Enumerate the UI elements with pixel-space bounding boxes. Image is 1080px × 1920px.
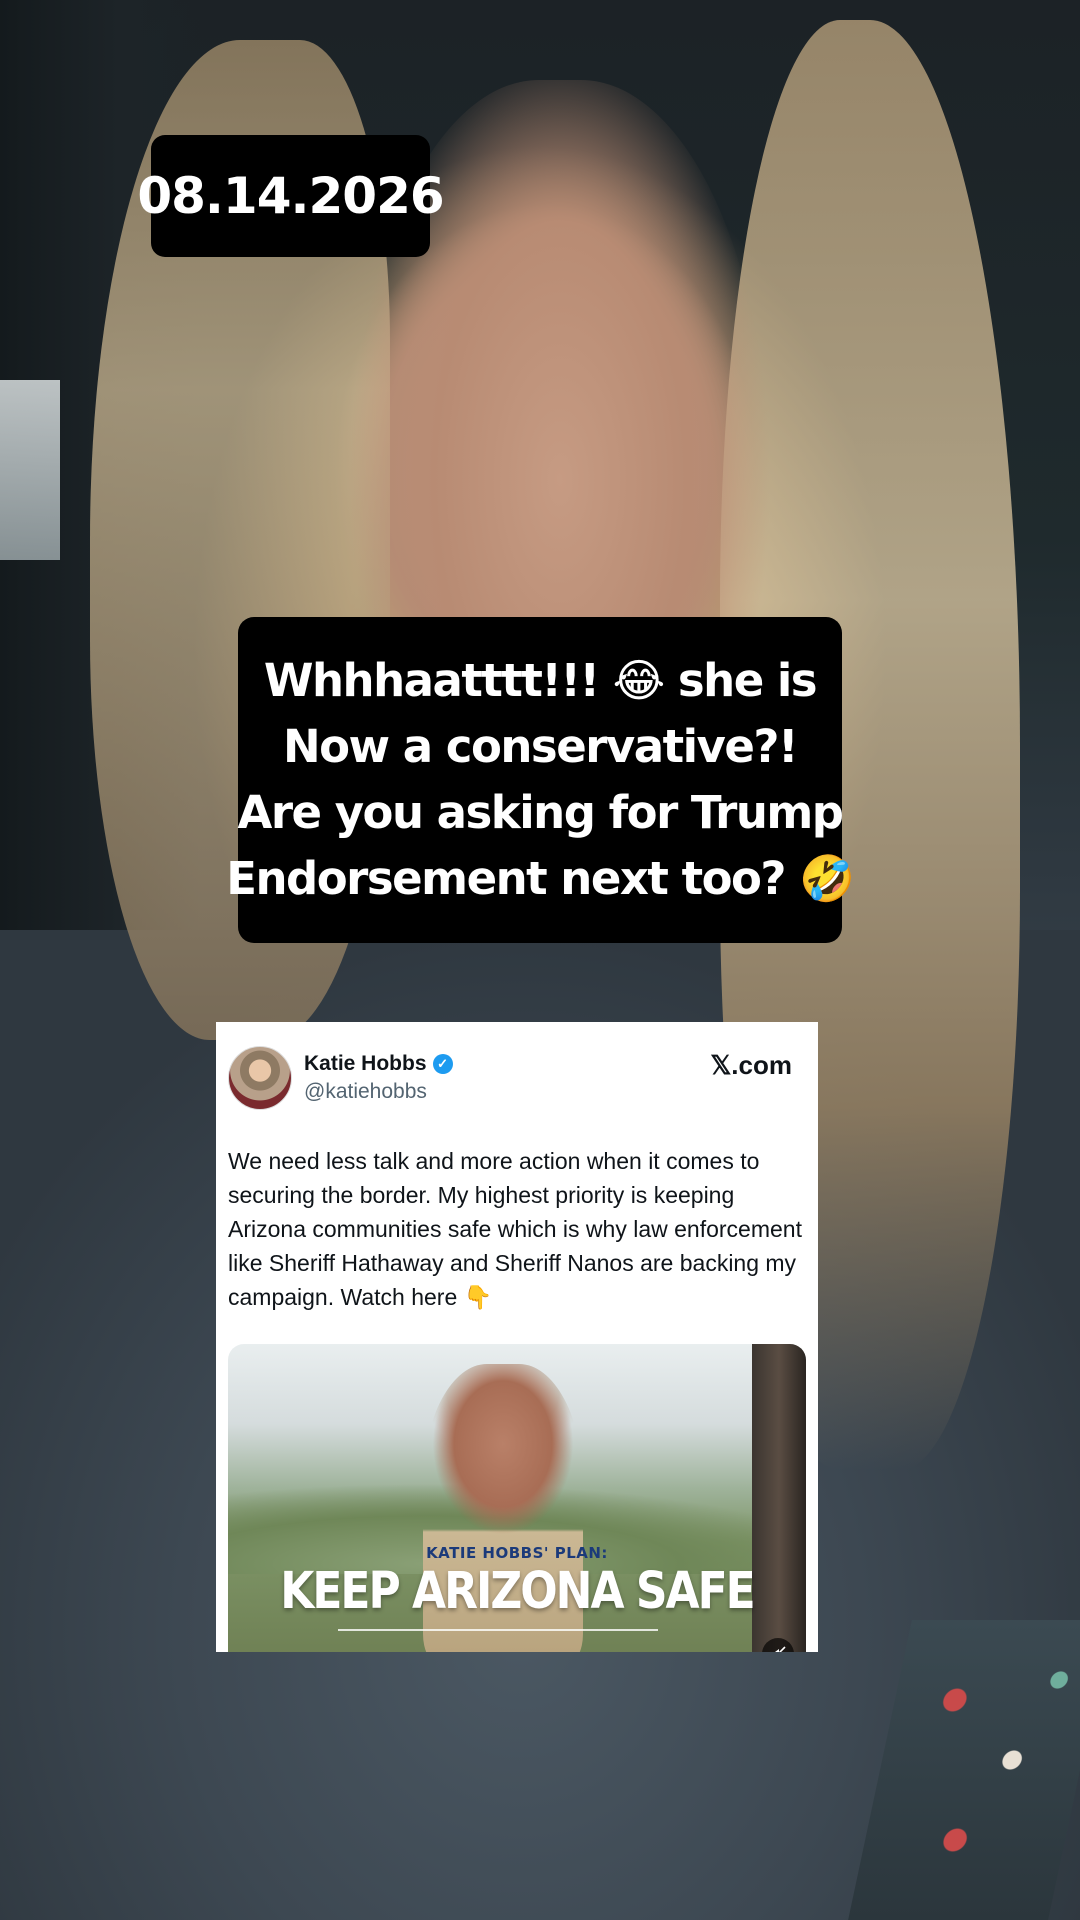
- tweet-card[interactable]: Katie Hobbs ✓ @katiehobbs 𝕏.com We need …: [216, 1022, 818, 1652]
- tweet-text: We need less talk and more action when i…: [228, 1148, 802, 1310]
- tweet-video[interactable]: KATIE HOBBS' PLAN: KEEP ARIZONA SAFE: [228, 1344, 806, 1652]
- avatar[interactable]: [228, 1046, 292, 1110]
- caption-overlay: Whhhaatttt!!! 😂 she is Now a conservativ…: [226, 617, 855, 943]
- car-window: [0, 380, 60, 560]
- x-logo-link[interactable]: 𝕏.com: [710, 1050, 792, 1081]
- media-divider: [338, 1629, 658, 1631]
- tweet-author[interactable]: Katie Hobbs ✓: [304, 1052, 453, 1076]
- media-title: KEEP ARIZONA SAFE: [280, 1562, 755, 1621]
- date-badge: 08.14.2026: [137, 135, 445, 257]
- caption-line: Whhhaatttt!!! 😂 she is: [263, 654, 818, 707]
- caption-line: Endorsement next too? 🤣: [226, 852, 855, 905]
- verified-badge-icon: ✓: [432, 1054, 453, 1074]
- date-text: 08.14.2026: [137, 167, 444, 225]
- media-subtitle: KATIE HOBBS' PLAN:: [426, 1544, 608, 1562]
- caption-line: Now a conservative?!: [282, 720, 799, 773]
- author-name: Katie Hobbs: [304, 1052, 427, 1075]
- tweet-handle[interactable]: @katiehobbs: [304, 1080, 427, 1104]
- caption-line: Are you asking for Trump: [237, 786, 845, 839]
